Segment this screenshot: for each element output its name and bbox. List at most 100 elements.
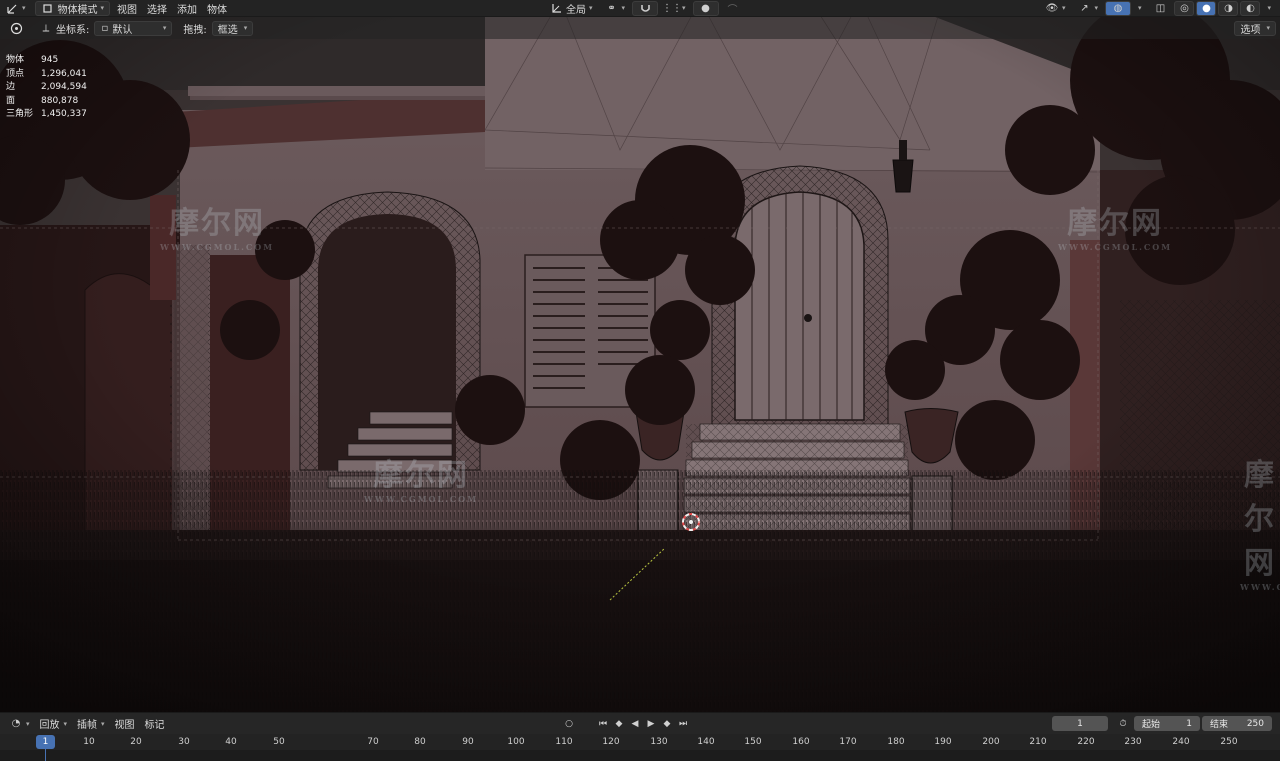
ruler-tick-label: 240	[1172, 737, 1190, 747]
solid-shading-icon: ●	[1202, 2, 1211, 14]
chevron-down-icon: ▾	[100, 4, 105, 12]
shading-rendered[interactable]: ◐	[1240, 0, 1261, 16]
ruler-tick-label: 160	[792, 737, 810, 747]
ruler-tick-label: 200	[982, 737, 1000, 747]
timeline-menu-0[interactable]: 回放 ▾	[35, 716, 73, 732]
menu-3[interactable]: 物体	[202, 1, 232, 16]
orientation-setting: ⟂ 坐标系:	[34, 21, 94, 36]
overlays-dropdown[interactable]: ▾	[1133, 1, 1147, 16]
3d-viewport[interactable]: 摩尔网 WWW.CGMOL.COM 摩尔网 WWW.CGMOL.COM 摩尔网 WWW…	[0, 0, 1280, 712]
timeline-menu-label: 视图	[114, 720, 135, 731]
stat-row: 面 880,878	[6, 95, 87, 109]
frame-end-label: 结束	[1210, 720, 1229, 730]
mode-selector[interactable]: 物体模式 ▾	[34, 0, 111, 16]
shading-wireframe[interactable]: ◎	[1174, 0, 1195, 16]
ruler-tick-label: 100	[507, 737, 525, 747]
stat-label: 三角形	[6, 109, 34, 120]
ruler-tick-label: 250	[1220, 737, 1238, 747]
falloff-button[interactable]: ⌒	[721, 1, 745, 16]
visibility-button[interactable]: 👁 ▾	[1040, 1, 1071, 16]
pivot-label: 全局	[566, 4, 586, 16]
ruler-tick-label: 90	[462, 737, 474, 747]
timeline-menu-label: 插帧	[77, 720, 98, 731]
stopwatch-icon[interactable]: ⏱	[1116, 717, 1130, 731]
jump-end-icon[interactable]: ⏭	[676, 717, 690, 731]
options-dropdown[interactable]: 选项 ▾	[1234, 20, 1276, 36]
rendered-shading-icon: ◐	[1246, 2, 1255, 14]
frame-start-field[interactable]: 起始 1	[1134, 716, 1200, 731]
shading-dropdown[interactable]: ▾	[1262, 1, 1276, 16]
ruler-tick-label: 190	[934, 737, 952, 747]
axes-icon: ⟂	[42, 22, 50, 34]
gizmo-arrow-icon: ↗	[1080, 2, 1089, 14]
timeline-menu-2[interactable]: 视图	[110, 716, 140, 731]
playback-controls: ○ ⏮ ◆ ◀ ▶ ◆ ⏭	[562, 717, 690, 731]
gizmo-button[interactable]: ↗ ▾	[1072, 1, 1103, 16]
pivot-snap-group: 全局 ▾ ⚭ ▾ ⋮⋮ ▾ ● ⌒	[544, 0, 745, 16]
playhead[interactable]: 1	[36, 735, 55, 749]
timeline-track[interactable]	[0, 750, 1280, 761]
ruler-tick-label: 130	[650, 737, 668, 747]
stat-value: 945	[41, 55, 59, 65]
scene-statistics: 物体 945 顶点 1,296,041 边 2,094,594 面 880,878 三角形 1,4…	[6, 54, 87, 122]
blender-window: 摩尔网 WWW.CGMOL.COM 摩尔网 WWW.CGMOL.COM 摩尔网 WWW…	[0, 0, 1280, 761]
menu-1[interactable]: 选择	[142, 1, 172, 16]
wireframe-shading-icon: ◎	[1180, 2, 1189, 14]
xray-toggle[interactable]: ◫	[1148, 1, 1172, 16]
chevron-down-icon: ▾	[243, 24, 248, 32]
editor-type-menu[interactable]: ▾	[0, 1, 31, 16]
ruler-tick-label: 30	[178, 737, 190, 747]
clock-icon: ◔	[11, 718, 21, 729]
tool-settings-bar: ⟂ 坐标系: ▫ 默认 ▾ 拖拽: 框选 ▾ 选项 ▾	[0, 17, 1280, 39]
timeline-menu-1[interactable]: 插帧 ▾	[72, 716, 110, 732]
timeline-header: ◔ ▾ 回放 ▾ 插帧 ▾ 视图 标记 ○ ⏮ ◆ ◀ ▶ ◆ ⏭ 1 ⏱ 起始 1 结束 …	[0, 712, 1280, 734]
select-tool-icon	[9, 21, 23, 35]
ruler-tick-label: 210	[1029, 737, 1047, 747]
ruler-tick-label: 220	[1077, 737, 1095, 747]
global-orientation-icon: ▫	[101, 22, 109, 34]
play-icon[interactable]: ▶	[644, 717, 658, 731]
proportional-edit-toggle[interactable]: ●	[692, 0, 719, 16]
stat-label: 面	[6, 95, 16, 106]
ruler-tick-label: 120	[602, 737, 620, 747]
chevron-down-icon: ▾	[1061, 4, 1066, 12]
snap-toggle[interactable]	[632, 0, 659, 16]
orientation-label: 坐标系:	[56, 24, 90, 36]
snap-target-button[interactable]: ⋮⋮ ▾	[660, 1, 691, 16]
chevron-down-icon: ▾	[621, 4, 626, 12]
pivot-point-button[interactable]: ⚭ ▾	[600, 1, 631, 16]
viewport-header: ▾ 物体模式 ▾ 视图 选择 添加 物体 全局 ▾ ⚭ ▾ ⋮⋮ ▾ ● ⌒ 👁…	[0, 0, 1280, 17]
chevron-down-icon: ▾	[682, 4, 686, 12]
timeline-ruler[interactable]: 10 20 30 40 50 70 80 90 100 110 120 130 140 150 160 170…	[0, 734, 1280, 750]
chevron-down-icon: ▾	[1137, 4, 1142, 12]
next-keyframe-icon[interactable]: ◆	[660, 717, 674, 731]
overlays-button[interactable]: ◍	[1104, 0, 1131, 16]
play-reverse-icon[interactable]: ◀	[628, 717, 642, 731]
falloff-curve-icon: ⌒	[727, 4, 738, 16]
chevron-down-icon: ▾	[63, 719, 68, 728]
stat-label: 物体	[6, 55, 25, 65]
timeline-editor-type[interactable]: ◔ ▾	[4, 716, 35, 731]
auto-keying-icon[interactable]: ○	[562, 717, 576, 731]
ruler-tick-label: 140	[697, 737, 715, 747]
header-menus: 视图 选择 添加 物体	[112, 1, 232, 16]
menu-0[interactable]: 视图	[112, 1, 142, 16]
frame-end-field[interactable]: 结束 250	[1202, 716, 1272, 731]
current-frame-field[interactable]: 1	[1052, 716, 1108, 731]
timeline-menu-3[interactable]: 标记	[140, 716, 170, 731]
shading-solid[interactable]: ●	[1196, 0, 1217, 16]
orientation-value: 默认	[112, 24, 133, 36]
orientation-icon	[549, 1, 563, 15]
shading-material[interactable]: ◑	[1218, 0, 1239, 16]
ruler-tick-label: 170	[839, 737, 857, 747]
transform-orientation-button[interactable]: 全局 ▾	[544, 1, 598, 16]
orientation-dropdown[interactable]: ▫ 默认 ▾	[94, 20, 173, 36]
ruler-tick-label: 110	[555, 737, 573, 747]
drag-dropdown[interactable]: 框选 ▾	[211, 20, 254, 36]
timeline-menu-label: 标记	[144, 720, 165, 731]
jump-start-icon[interactable]: ⏮	[596, 717, 610, 731]
menu-2[interactable]: 添加	[172, 1, 202, 16]
active-tool-icon-button[interactable]	[4, 21, 28, 36]
frame-start-value: 1	[1186, 718, 1192, 729]
prev-keyframe-icon[interactable]: ◆	[612, 717, 626, 731]
